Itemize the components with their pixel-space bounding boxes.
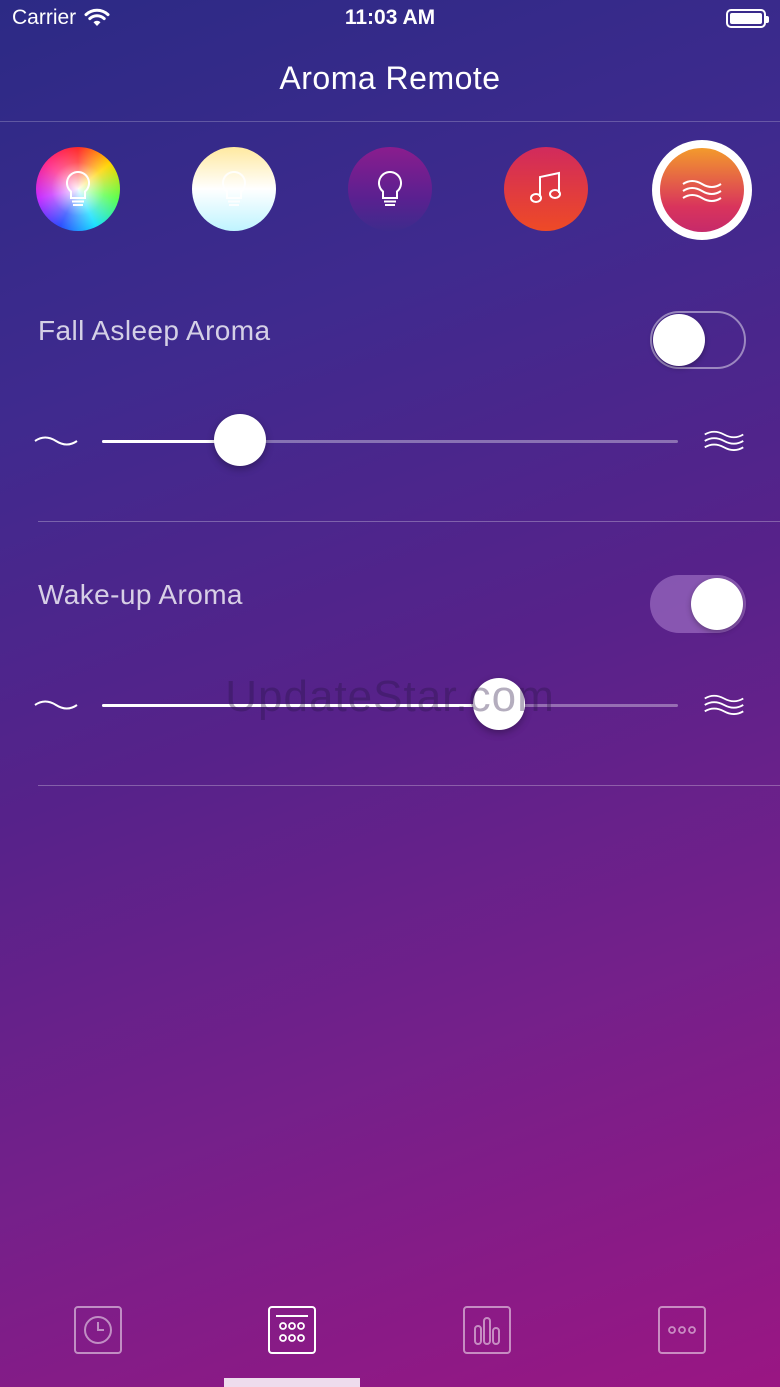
wake-up-slider-track[interactable] (102, 704, 678, 707)
wave-high-icon (704, 430, 744, 451)
fall-asleep-slider-thumb[interactable] (214, 414, 267, 466)
nav-divider (0, 121, 780, 122)
page-title: Aroma Remote (279, 60, 501, 96)
bars-icon (463, 1306, 511, 1354)
wave-high-icon (704, 694, 744, 715)
tab-remote[interactable] (268, 1306, 316, 1354)
fall-asleep-label: Fall Asleep Aroma (38, 315, 271, 346)
wave-low-icon (34, 700, 78, 710)
selected-tab-indicator (224, 1378, 360, 1387)
tab-stats[interactable] (463, 1306, 511, 1354)
section-divider (38, 785, 780, 786)
bulb-icon (222, 170, 246, 206)
mode-aroma-button[interactable] (652, 140, 752, 240)
bulb-icon (378, 170, 402, 206)
more-icon (658, 1306, 706, 1354)
fall-asleep-toggle[interactable] (650, 311, 746, 369)
wake-up-slider-fill (102, 704, 500, 707)
keypad-icon (268, 1306, 316, 1354)
mode-aroma-fill (660, 148, 744, 232)
wake-up-toggle[interactable] (650, 575, 746, 633)
clock-icon (74, 1306, 122, 1354)
wake-up-label: Wake-up Aroma (38, 579, 243, 610)
battery-icon (726, 9, 769, 28)
mode-white-light-button[interactable] (192, 147, 276, 231)
toggle-knob (653, 314, 705, 366)
toggle-knob (691, 578, 743, 630)
section-divider (38, 521, 780, 522)
tab-more[interactable] (658, 1306, 706, 1354)
tab-timer[interactable] (74, 1306, 122, 1354)
mode-music-button[interactable] (504, 147, 588, 231)
fall-asleep-slider-track[interactable] (102, 440, 678, 443)
mode-color-light-button[interactable] (36, 147, 120, 231)
wake-up-slider-thumb[interactable] (473, 678, 526, 730)
mode-night-light-button[interactable] (348, 147, 432, 231)
bulb-icon (66, 170, 90, 206)
wave-low-icon (34, 436, 78, 446)
music-note-icon (530, 171, 561, 203)
waves-icon (682, 180, 722, 202)
watermark: UpdateStar.com (225, 672, 555, 721)
status-time: 11:03 AM (344, 6, 436, 29)
